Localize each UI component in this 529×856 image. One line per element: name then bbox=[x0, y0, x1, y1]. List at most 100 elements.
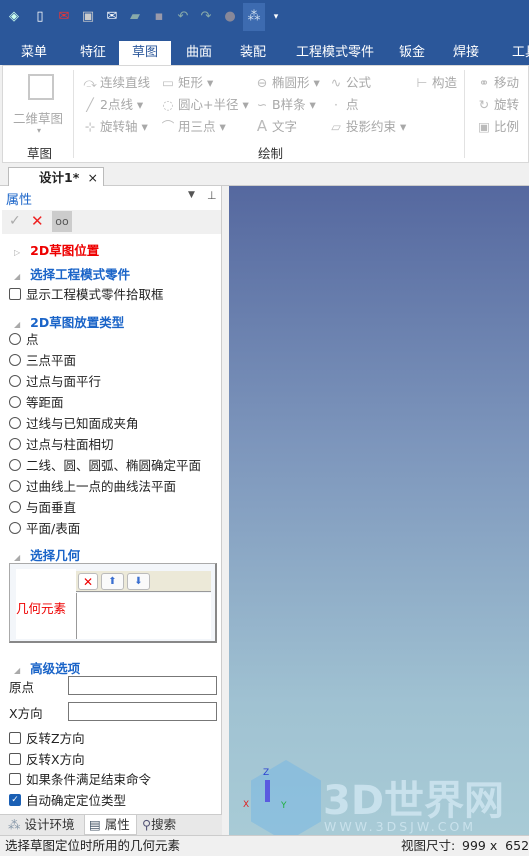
tab-weld[interactable]: 焊接 bbox=[444, 41, 488, 65]
globe-icon[interactable]: ● bbox=[222, 9, 238, 25]
menu-tabs: 菜单 特征 草图 曲面 装配 工程模式零件 钣金 焊接 工具 bbox=[0, 37, 529, 65]
sketch-2d-icon bbox=[28, 74, 54, 100]
radio-option[interactable]: 三点平面 bbox=[9, 350, 76, 369]
project-constraint-button[interactable]: ▱ 投影约束 ▾ bbox=[329, 116, 406, 135]
axis-icon: ⊹ bbox=[84, 119, 96, 134]
group-label-sketch: 草图 bbox=[27, 146, 53, 161]
new-icon[interactable]: ▯ bbox=[32, 9, 48, 25]
radio-option[interactable]: 二线、圆、圆弧、椭圆确定平面 bbox=[9, 455, 201, 474]
preview-icon[interactable]: ▣ bbox=[80, 9, 96, 25]
tab-surface[interactable]: 曲面 bbox=[174, 41, 224, 65]
end-command-checkbox[interactable]: 如果条件满足结束命令 bbox=[9, 769, 151, 788]
view-size-value: 999 x 652 bbox=[462, 838, 529, 853]
properties-panel: 属性 ▼ ⊥ ✓ ✕ oo ▷ 2D草图位置 ◢ 选择工程模式零件 显示工程模式零件… bbox=[0, 186, 222, 835]
radio-option[interactable]: 平面/表面 bbox=[9, 518, 80, 537]
tab-sketch[interactable]: 草图 bbox=[119, 41, 171, 65]
scale-button[interactable]: ▣ 比例 bbox=[477, 116, 519, 135]
app-logo-icon[interactable]: ◈ bbox=[6, 9, 22, 25]
save-icon[interactable]: ▪ bbox=[151, 9, 167, 25]
radio-option[interactable]: 过点与柱面相切 bbox=[9, 434, 114, 453]
text-button[interactable]: A 文字 bbox=[255, 116, 297, 135]
bspline-button[interactable]: ∽ B样条 ▾ bbox=[255, 94, 316, 113]
tab-assembly[interactable]: 装配 bbox=[228, 41, 278, 65]
sketch-2d-button[interactable]: 二维草图 bbox=[13, 108, 63, 127]
dropdown-icon[interactable]: ▾ bbox=[268, 9, 284, 25]
3d-viewport[interactable]: 3D世界网 WWW.3DSJW.COM Z X Y bbox=[229, 186, 529, 842]
redo-icon[interactable]: ↷ bbox=[198, 9, 214, 25]
geometry-toolbar: ✕ ⬆ ⬇ bbox=[76, 571, 211, 592]
panel-menu-icon[interactable]: ▼ bbox=[188, 190, 195, 200]
ellipse-icon: ⊖ bbox=[256, 75, 268, 90]
mail-icon[interactable]: ✉ bbox=[104, 9, 120, 25]
collapse-icon: ◢ bbox=[14, 666, 21, 675]
formula-button[interactable]: ∿ 公式 bbox=[329, 72, 371, 91]
radio-option[interactable]: 点 bbox=[9, 329, 39, 348]
tab-menu[interactable]: 菜单 bbox=[10, 41, 58, 65]
spline-icon: ∽ bbox=[256, 97, 268, 112]
tab-properties[interactable]: ▤ 属性 bbox=[84, 815, 137, 835]
circle-button[interactable]: ◌ 圆心+半径 ▾ bbox=[161, 94, 249, 113]
rotation-axis-button[interactable]: ⊹ 旋转轴 ▾ bbox=[83, 116, 148, 135]
move-up-icon[interactable]: ⬆ bbox=[101, 573, 124, 590]
watermark-url: WWW.3DSJW.COM bbox=[324, 819, 477, 834]
text-icon: A bbox=[256, 117, 268, 135]
section-select-part[interactable]: ◢ 选择工程模式零件 bbox=[14, 264, 130, 283]
tab-tools[interactable]: 工具 bbox=[503, 41, 529, 65]
preview-glasses-icon[interactable]: oo bbox=[52, 211, 72, 232]
rotate-icon: ↻ bbox=[478, 97, 490, 112]
radio-option[interactable]: 过线与已知面成夹角 bbox=[9, 413, 139, 432]
section-advanced[interactable]: ◢ 高级选项 bbox=[14, 658, 80, 677]
status-bar: 选择草图定位时所用的几何元素 视图尺寸: 999 x 652 bbox=[0, 835, 529, 855]
tab-design-env[interactable]: ⁂ 设计环境 bbox=[8, 815, 75, 835]
xdir-input[interactable] bbox=[68, 702, 217, 721]
tab-feature[interactable]: 特征 bbox=[68, 41, 118, 65]
arc-icon: ⌒ bbox=[161, 119, 175, 134]
tab-engineering-part[interactable]: 工程模式零件 bbox=[290, 41, 380, 65]
ribbon: 二维草图 ▾ 草图 ⤼ 连续直线 ▭ 矩形 ▾ ⊖ 椭圆形 ▾ ∿ 公式 ⊢ 构造 ╱ 2点… bbox=[2, 65, 529, 163]
polyline-button[interactable]: ⤼ 连续直线 bbox=[83, 72, 150, 91]
section-sketch-position[interactable]: ▷ 2D草图位置 bbox=[14, 240, 99, 259]
two-point-line-button[interactable]: ╱ 2点线 ▾ bbox=[83, 94, 143, 113]
folder-icon[interactable]: ▰ bbox=[127, 9, 143, 25]
rotate-button[interactable]: ↻ 旋转 bbox=[477, 94, 519, 113]
ellipse-button[interactable]: ⊖ 椭圆形 ▾ bbox=[255, 72, 320, 91]
radio-option[interactable]: 等距面 bbox=[9, 392, 64, 411]
reverse-z-checkbox[interactable]: 反转Z方向 bbox=[9, 728, 85, 747]
radio-option[interactable]: 与面垂直 bbox=[9, 497, 76, 516]
expand-icon: ▷ bbox=[14, 248, 21, 257]
open-red-icon[interactable]: ✉ bbox=[56, 9, 72, 25]
move-button[interactable]: ⚭ 移动 bbox=[477, 72, 519, 91]
tab-sheet-metal[interactable]: 钣金 bbox=[390, 41, 434, 65]
search-icon: ⚲ bbox=[142, 817, 152, 832]
cancel-icon[interactable]: ✕ bbox=[31, 212, 44, 230]
section-select-geometry[interactable]: ◢ 选择几何 bbox=[14, 545, 80, 564]
collapse-icon: ◢ bbox=[14, 320, 21, 329]
project-icon: ▱ bbox=[331, 119, 341, 134]
close-icon[interactable]: × bbox=[88, 168, 98, 187]
panel-toolbar: ✓ ✕ oo bbox=[2, 210, 221, 234]
origin-input[interactable] bbox=[68, 676, 217, 695]
auto-locate-checkbox[interactable]: ✓ 自动确定定位类型 bbox=[9, 790, 126, 809]
tree-icon[interactable]: ⁂ bbox=[243, 3, 265, 31]
ok-icon[interactable]: ✓ bbox=[9, 213, 21, 229]
radio-option[interactable]: 过曲线上一点的曲线法平面 bbox=[9, 476, 176, 495]
construct-button[interactable]: ⊢ 构造 bbox=[415, 72, 457, 91]
tab-search[interactable]: ⚲搜索 bbox=[142, 815, 176, 835]
geometry-list[interactable] bbox=[76, 593, 211, 639]
axis-z-arrow bbox=[265, 780, 270, 802]
delete-icon[interactable]: ✕ bbox=[78, 573, 98, 590]
chevron-down-icon[interactable]: ▾ bbox=[37, 126, 41, 135]
document-tab[interactable]: 设计1* × bbox=[8, 167, 104, 187]
three-point-arc-button[interactable]: ⌒ 用三点 ▾ bbox=[161, 116, 226, 135]
properties-icon: ▤ bbox=[89, 817, 101, 832]
rectangle-icon: ▭ bbox=[162, 75, 174, 90]
radio-option[interactable]: 过点与面平行 bbox=[9, 371, 101, 390]
point-button[interactable]: · 点 bbox=[329, 94, 359, 113]
show-picker-checkbox[interactable]: 显示工程模式零件拾取框 bbox=[9, 284, 164, 303]
rectangle-button[interactable]: ▭ 矩形 ▾ bbox=[161, 72, 213, 91]
reverse-x-checkbox[interactable]: 反转X方向 bbox=[9, 749, 85, 768]
undo-icon[interactable]: ↶ bbox=[175, 9, 191, 25]
line-icon: ╱ bbox=[86, 97, 94, 112]
move-down-icon[interactable]: ⬇ bbox=[127, 573, 150, 590]
pin-icon[interactable]: ⊥ bbox=[207, 189, 217, 202]
